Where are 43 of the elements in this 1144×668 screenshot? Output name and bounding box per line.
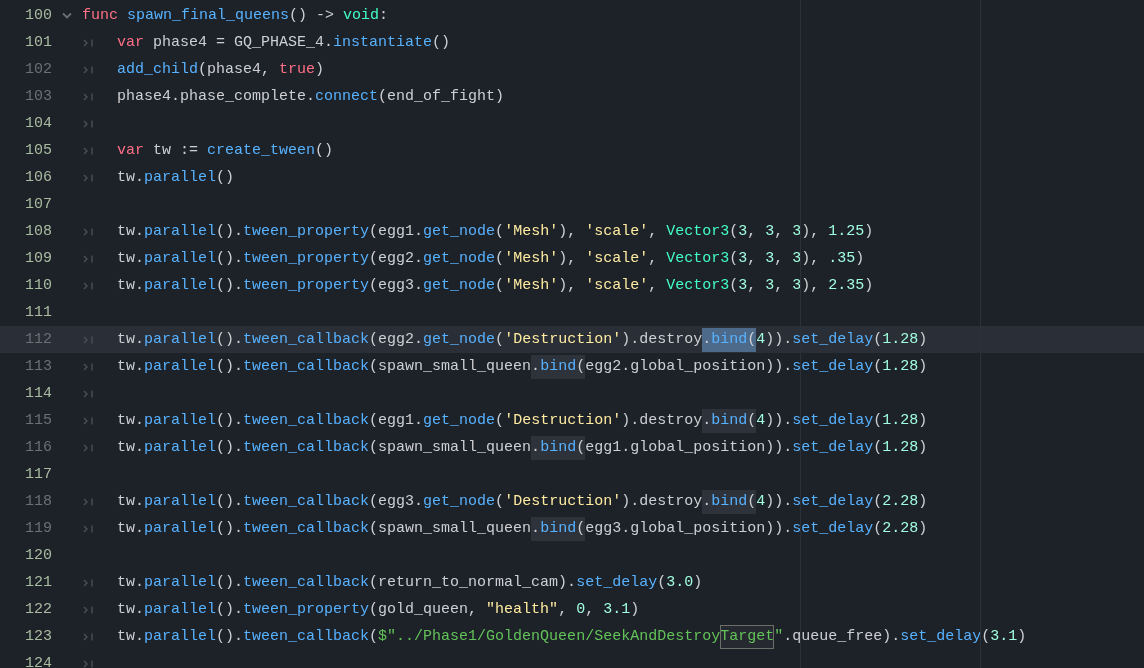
- line-number: 111: [24, 303, 52, 322]
- code-line: tw.parallel().tween_callback(return_to_normal_cam).set_delay(3.0): [117, 572, 703, 593]
- code-line: tw.parallel(): [117, 167, 235, 188]
- code-line: phase4.phase_complete.connect(end_of_fight): [117, 86, 505, 107]
- line-number: 123: [24, 627, 52, 646]
- code-line: var phase4 = GQ_PHASE_4.instantiate(): [117, 32, 451, 53]
- line-number: 103: [24, 87, 52, 106]
- code-line: tw.parallel().tween_callback(spawn_small_queen.bind(egg3.global_position)).set_delay(2.28): [117, 516, 928, 541]
- line-number: 119: [24, 519, 52, 538]
- line-number: 100: [24, 6, 52, 25]
- line-number: 113: [24, 357, 52, 376]
- line-number: 112: [24, 330, 52, 349]
- line-number: 107: [24, 195, 52, 214]
- line-number: 122: [24, 600, 52, 619]
- code-line: tw.parallel().tween_property(egg1.get_node('Mesh'), 'scale', Vector3(3, 3, 3), 1.25): [117, 221, 874, 242]
- line-number: 114: [24, 384, 52, 403]
- code-line: tw.parallel().tween_property(gold_queen, "health", 0, 3.1): [117, 599, 640, 620]
- line-number: 110: [24, 276, 52, 295]
- code-line: add_child(phase4, true): [117, 59, 325, 80]
- line-number: 108: [24, 222, 52, 241]
- code-line: tw.parallel().tween_callback(egg1.get_node('Destruction').destroy.bind(4)).set_delay(1.28): [117, 408, 928, 433]
- line-number: 121: [24, 573, 52, 592]
- code-line: func spawn_final_queens() -> void:: [82, 5, 389, 26]
- line-number: 106: [24, 168, 52, 187]
- code-line: tw.parallel().tween_callback(egg2.get_node('Destruction').destroy.bind(4)).set_delay(1.28): [117, 327, 928, 352]
- code-line: tw.parallel().tween_callback(spawn_small_queen.bind(egg2.global_position)).set_delay(1.28): [117, 354, 928, 379]
- line-number: 105: [24, 141, 52, 160]
- line-number: 115: [24, 411, 52, 430]
- code-line: tw.parallel().tween_callback(egg3.get_node('Destruction').destroy.bind(4)).set_delay(2.28): [117, 489, 928, 514]
- line-number: 117: [24, 465, 52, 484]
- code-line: tw.parallel().tween_property(egg3.get_node('Mesh'), 'scale', Vector3(3, 3, 3), 2.35): [117, 275, 874, 296]
- line-number: 109: [24, 249, 52, 268]
- code-line: tw.parallel().tween_callback(spawn_small_queen.bind(egg1.global_position)).set_delay(1.28): [117, 435, 928, 460]
- line-number: 118: [24, 492, 52, 511]
- line-number: 101: [24, 33, 52, 52]
- line-number: 124: [24, 654, 52, 668]
- code-line: tw.parallel().tween_property(egg2.get_node('Mesh'), 'scale', Vector3(3, 3, 3), .35): [117, 248, 865, 269]
- fold-caret-icon[interactable]: [62, 12, 72, 19]
- line-number: 116: [24, 438, 52, 457]
- line-number: 102: [24, 60, 52, 79]
- code-line: var tw := create_tween(): [117, 140, 334, 161]
- line-number: 104: [24, 114, 52, 133]
- line-number: 120: [24, 546, 52, 565]
